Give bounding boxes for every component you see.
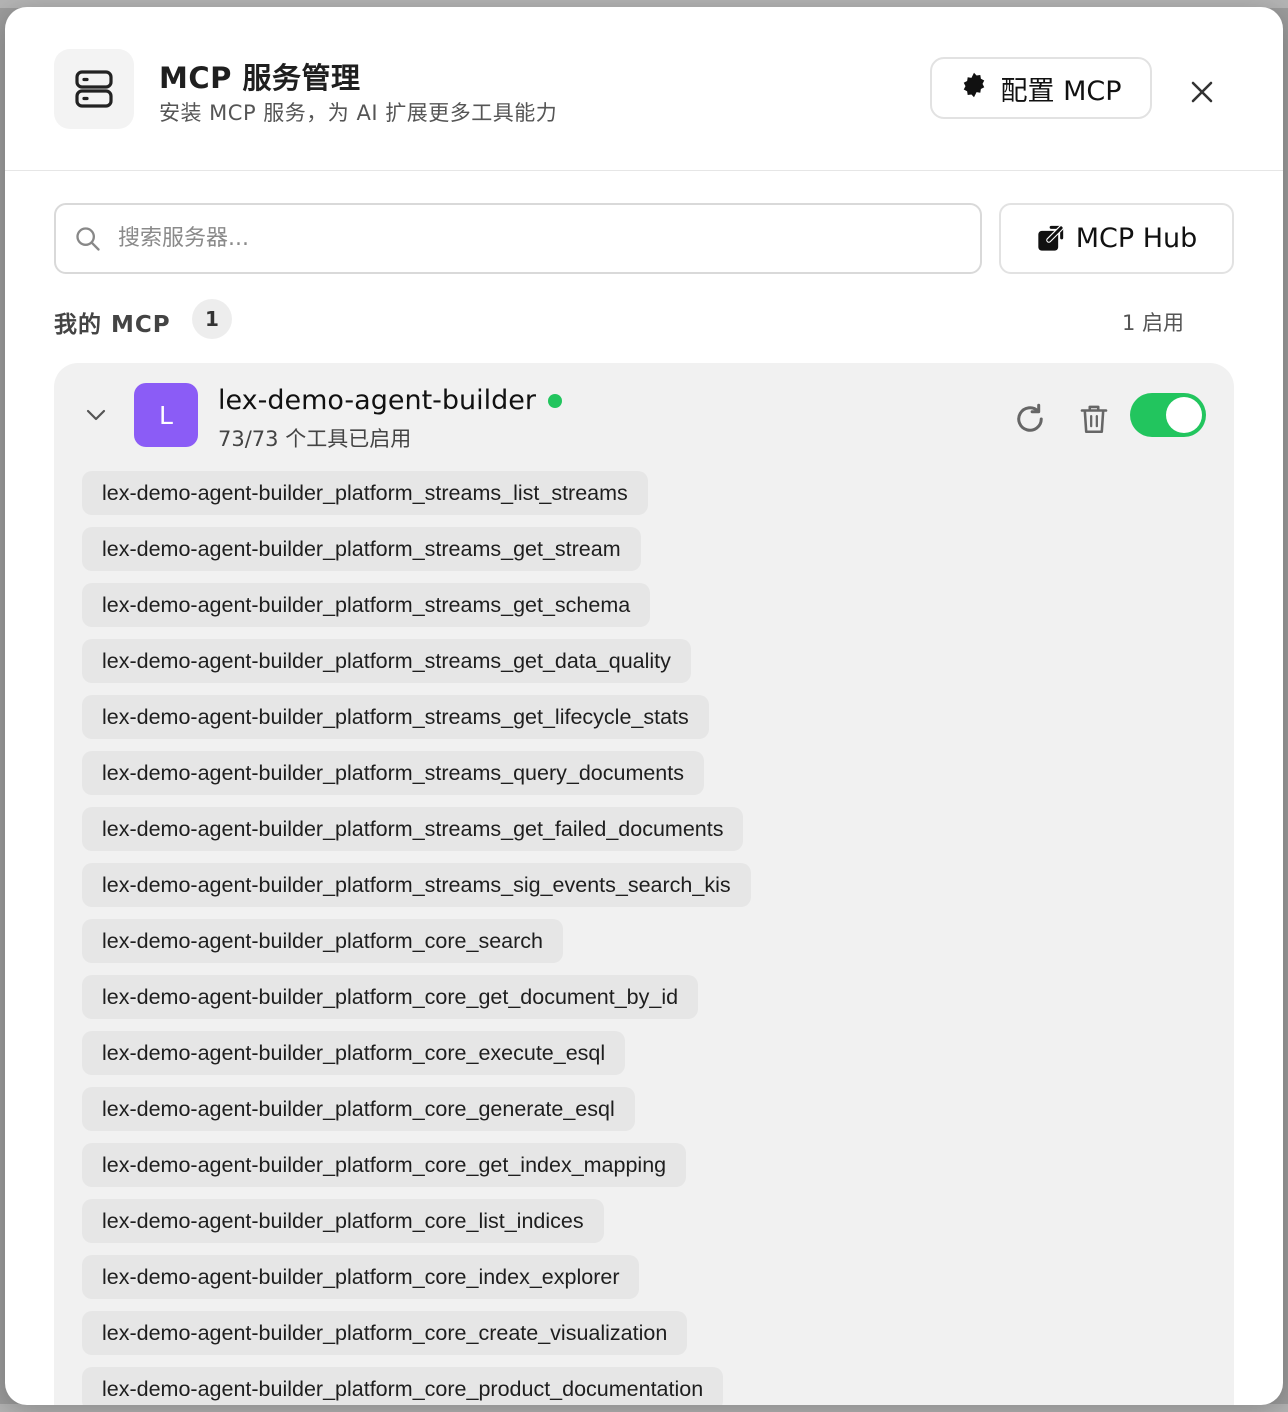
gear-icon bbox=[960, 71, 988, 106]
background-strip bbox=[0, 1404, 1288, 1412]
tool-chip: lex-demo-agent-builder_platform_core_cre… bbox=[82, 1311, 688, 1355]
tool-chip: lex-demo-agent-builder_platform_core_get… bbox=[82, 975, 699, 1019]
tool-chip: lex-demo-agent-builder_platform_core_get… bbox=[82, 1143, 687, 1187]
my-mcp-heading: 我的 MCP bbox=[54, 312, 171, 338]
search-icon bbox=[76, 226, 100, 251]
search-field[interactable] bbox=[54, 203, 982, 274]
enabled-count: 1 启用 bbox=[1122, 311, 1185, 335]
close-button[interactable] bbox=[1183, 73, 1221, 111]
server-name: lex-demo-agent-builder bbox=[218, 385, 537, 416]
dialog-header: MCP 服务管理 安装 MCP 服务，为 AI 扩展更多工具能力 配置 MCP bbox=[5, 7, 1283, 171]
mcp-hub-label: MCP Hub bbox=[1075, 223, 1198, 254]
server-avatar: L bbox=[134, 383, 198, 447]
server-tools-status: 73/73 个工具已启用 bbox=[218, 427, 412, 451]
toggle-knob bbox=[1166, 397, 1202, 433]
mcp-hub-button[interactable]: MCP Hub bbox=[999, 203, 1234, 274]
external-link-icon bbox=[1038, 224, 1064, 251]
search-input[interactable] bbox=[116, 225, 900, 252]
configure-mcp-label: 配置 MCP bbox=[1000, 75, 1122, 107]
tool-chip: lex-demo-agent-builder_platform_streams_… bbox=[82, 751, 704, 795]
tool-chip: lex-demo-agent-builder_platform_streams_… bbox=[82, 807, 744, 851]
tool-chip: lex-demo-agent-builder_platform_core_gen… bbox=[82, 1087, 635, 1131]
tool-chip: lex-demo-agent-builder_platform_core_exe… bbox=[82, 1031, 626, 1075]
close-icon bbox=[1191, 81, 1213, 103]
dialog-title: MCP 服务管理 bbox=[159, 61, 361, 95]
tool-chip: lex-demo-agent-builder_platform_core_lis… bbox=[82, 1199, 604, 1243]
my-mcp-count-badge: 1 bbox=[192, 299, 232, 339]
trash-icon[interactable] bbox=[1077, 401, 1111, 437]
tool-chip: lex-demo-agent-builder_platform_core_sea… bbox=[82, 919, 563, 963]
server-enable-toggle[interactable] bbox=[1130, 393, 1206, 437]
tool-chip: lex-demo-agent-builder_platform_streams_… bbox=[82, 695, 709, 739]
tool-chip: lex-demo-agent-builder_platform_core_pro… bbox=[82, 1367, 724, 1405]
tool-chip: lex-demo-agent-builder_platform_core_ind… bbox=[82, 1255, 640, 1299]
server-icon bbox=[54, 49, 134, 129]
tool-chip: lex-demo-agent-builder_platform_streams_… bbox=[82, 471, 648, 515]
status-indicator bbox=[548, 394, 562, 408]
mcp-management-dialog: MCP 服务管理 安装 MCP 服务，为 AI 扩展更多工具能力 配置 MCP bbox=[5, 7, 1283, 1405]
configure-mcp-button[interactable]: 配置 MCP bbox=[930, 57, 1152, 119]
tool-chip: lex-demo-agent-builder_platform_streams_… bbox=[82, 527, 641, 571]
dialog-subtitle: 安装 MCP 服务，为 AI 扩展更多工具能力 bbox=[159, 101, 558, 125]
tool-chip: lex-demo-agent-builder_platform_streams_… bbox=[82, 583, 651, 627]
chevron-down-icon[interactable] bbox=[84, 403, 108, 427]
tool-chip: lex-demo-agent-builder_platform_streams_… bbox=[82, 639, 691, 683]
mcp-server-card: L lex-demo-agent-builder 73/73 个工具已启用 le… bbox=[54, 363, 1234, 1405]
tool-list: lex-demo-agent-builder_platform_streams_… bbox=[82, 471, 751, 1405]
refresh-icon[interactable] bbox=[1012, 401, 1048, 437]
tool-chip: lex-demo-agent-builder_platform_streams_… bbox=[82, 863, 751, 907]
